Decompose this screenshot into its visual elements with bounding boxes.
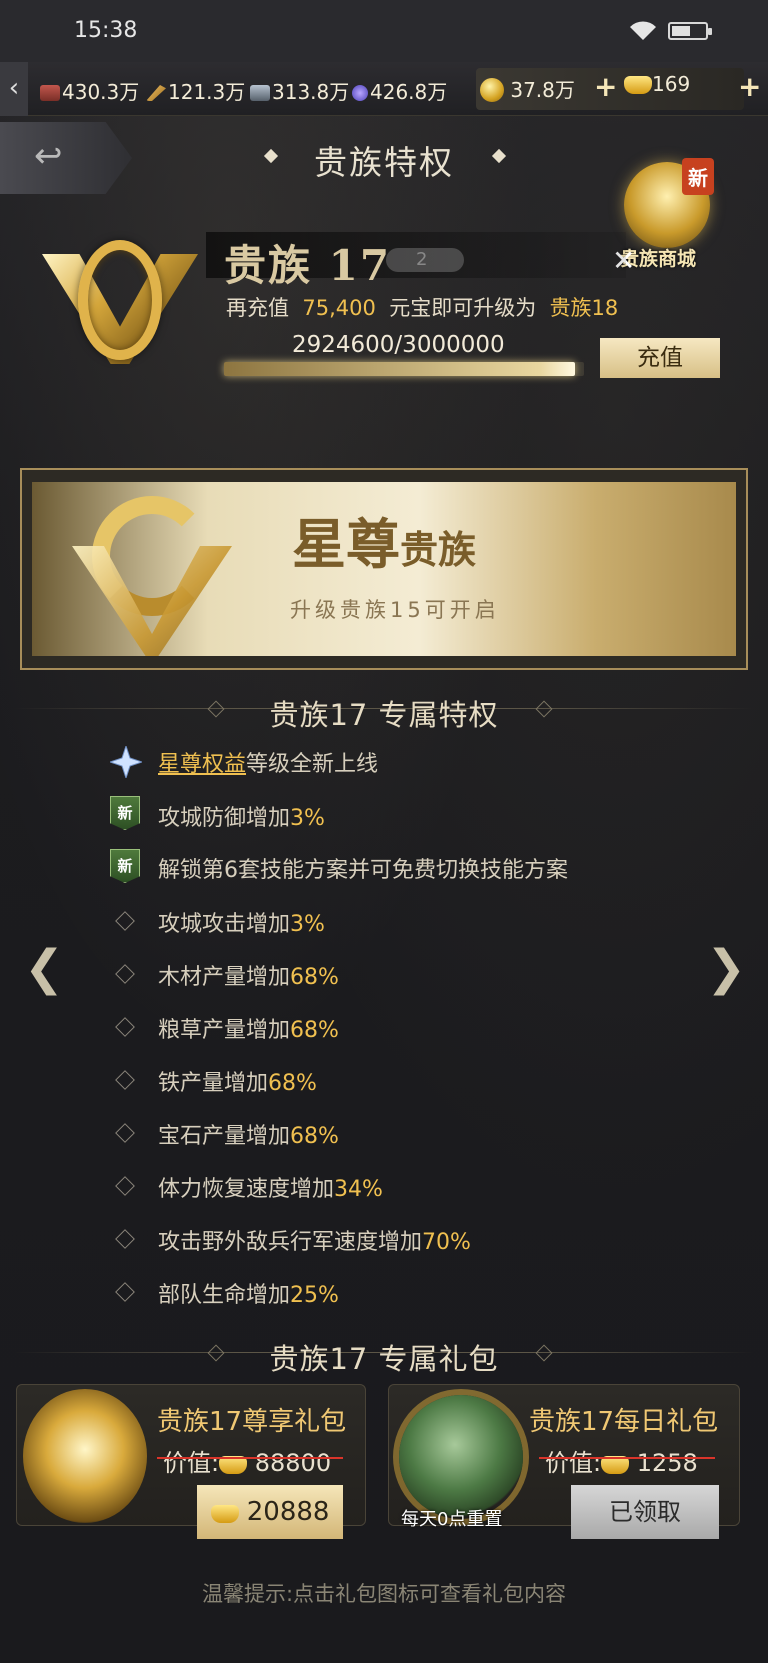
next-level-arrow[interactable]: ❯ [706,940,746,996]
gifts-title: 贵族17 专属礼包 [269,1342,499,1376]
star-rights-link[interactable]: 星尊权益 [158,752,246,777]
banner-hint: 升级贵族15可开启 [290,598,500,622]
gift-chest-icon[interactable] [23,1389,147,1523]
resource-back-button[interactable]: ‹ [0,62,28,116]
star-icon [110,746,142,778]
iron-icon [250,85,270,101]
dragon-emblem-icon [52,476,252,666]
privilege-item: 攻城防御增加3% [158,806,325,831]
gem-icon [352,85,368,101]
vip-progress-bar [224,362,584,376]
status-bar: 15:38 [0,0,768,62]
ingot-icon [624,76,652,94]
resource-ingot[interactable]: 169 [624,72,690,96]
privilege-item: 宝石产量增加68% [158,1124,339,1149]
privilege-item: 部队生命增加25% [158,1283,339,1308]
wifi-icon [630,21,656,40]
resource-grain[interactable]: 121.3万 [146,76,245,105]
ingot-icon [210,1505,239,1523]
gift-name: 贵族17尊享礼包 [157,1407,347,1437]
privilege-item: 体力恢复速度增加34% [158,1177,383,1202]
vip-level-name: 贵族 17 [224,241,392,290]
privileges-title: 贵族17 专属特权 [269,698,499,732]
resource-wood[interactable]: 430.3万 [40,76,139,105]
gift-card-daily: 贵族17每日礼包 价值: 1258 每天0点重置 已领取 [388,1384,740,1539]
buy-gift-button[interactable]: 20888 [197,1485,343,1539]
resource-coin[interactable]: 37.8万 [480,74,575,103]
gift-dragon-pot-icon[interactable] [399,1395,523,1519]
vip-extra-badge: 2 [386,248,464,272]
privilege-item: 解锁第6套技能方案并可免费切换技能方案 [158,858,568,883]
grain-icon [146,85,166,101]
new-badge-icon: 新 [110,849,140,883]
prev-level-arrow[interactable]: ❮ [24,940,64,996]
resource-bar: ‹ 430.3万 121.3万 313.8万 426.8万 37.8万 + 16… [0,62,768,116]
status-time: 15:38 [74,18,138,43]
add-coin-button[interactable]: + [594,70,617,103]
vip-progress-fill [224,362,575,376]
privilege-item: 攻击野外敌兵行军速度增加70% [158,1230,471,1255]
new-badge-icon: 新 [110,796,140,830]
reset-note: 每天0点重置 [401,1509,503,1530]
strikethrough [539,1457,715,1459]
new-badge: 新 [682,158,714,195]
gift-card-exclusive: 贵族17尊享礼包 价值: 88800 20888 [16,1384,366,1539]
claimed-button[interactable]: 已领取 [571,1485,719,1539]
gift-value: 价值: 88800 [163,1449,332,1477]
privilege-item: 铁产量增加68% [158,1071,317,1096]
recharge-button[interactable]: 充值 [600,338,720,378]
dragon-ring-icon [78,240,162,360]
tip-text: 温馨提示:点击礼包图标可查看礼包内容 [201,1582,567,1606]
add-ingot-button[interactable]: + [738,70,761,103]
privilege-item: 粮草产量增加68% [158,1018,339,1043]
resource-gem[interactable]: 426.8万 [352,76,447,105]
vip-emblem [30,214,210,374]
resource-iron[interactable]: 313.8万 [250,76,349,105]
progress-text: 2924600/3000000 [292,332,505,358]
gift-name: 贵族17每日礼包 [529,1407,719,1437]
privilege-item: 木材产量增加68% [158,965,339,990]
wood-icon [40,85,60,101]
privilege-item: 攻城攻击增加3% [158,912,325,937]
strikethrough [157,1457,343,1459]
battery-icon [668,22,712,40]
upgrade-hint: 再充值 75,400 元宝即可升级为 贵族18 [226,296,619,320]
gift-value: 价值: 1258 [545,1449,698,1477]
coin-icon [480,78,504,102]
privilege-item: 星尊权益等级全新上线 [158,752,379,777]
banner-title: 星尊贵族 [292,512,477,576]
